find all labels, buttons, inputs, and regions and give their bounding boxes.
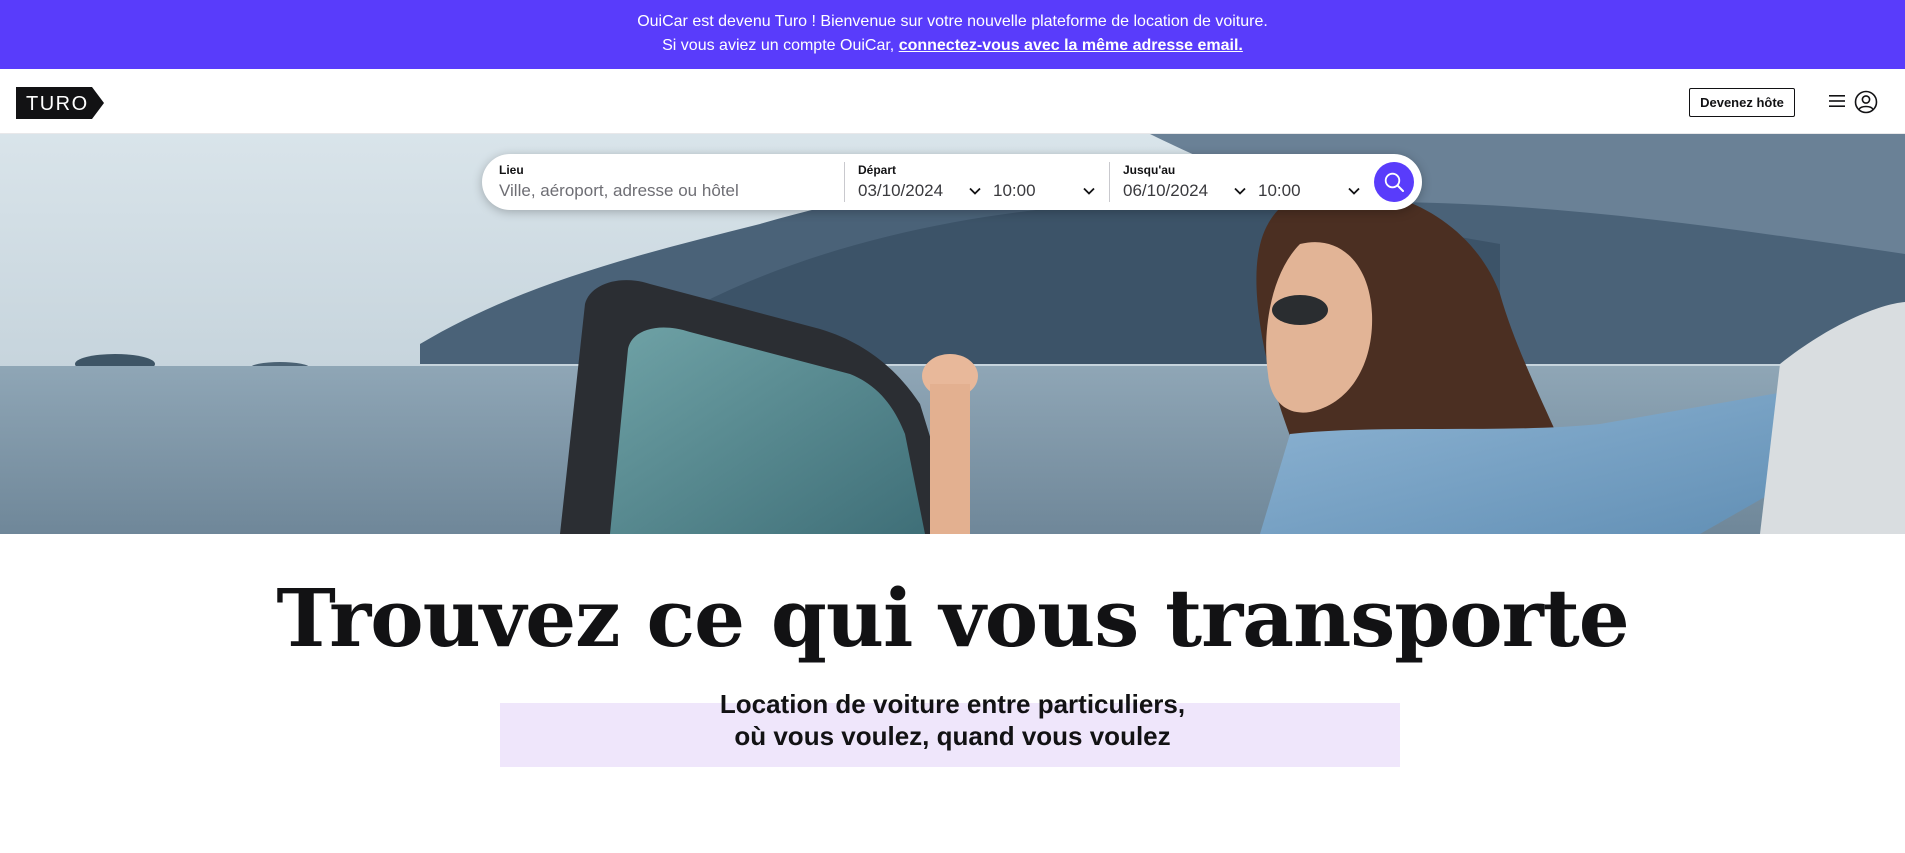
turo-logo-shape: TURO (16, 87, 104, 119)
depart-date[interactable]: 03/10/2024 (858, 181, 943, 201)
logo-text: TURO (26, 93, 89, 115)
chevron-down-icon[interactable] (1233, 184, 1247, 198)
chevron-down-icon[interactable] (1082, 184, 1096, 198)
search-bar: Lieu Départ 03/10/2024 10:00 Jusqu'au 06… (482, 154, 1422, 210)
user-avatar-icon[interactable] (1854, 90, 1878, 114)
subheadline: Location de voiture entre particuliers, … (0, 688, 1905, 752)
turo-logo[interactable]: TURO (16, 87, 104, 119)
magnifier-icon (1384, 172, 1404, 192)
search-divider (1109, 162, 1110, 202)
chevron-down-icon[interactable] (968, 184, 982, 198)
return-label: Jusqu'au (1123, 163, 1176, 177)
subheadline-line-1: Location de voiture entre particuliers, (719, 689, 1186, 719)
hamburger-menu-icon[interactable] (1828, 92, 1846, 110)
depart-field: Départ 03/10/2024 10:00 (858, 154, 1108, 210)
site-header: TURO Devenez hôte (0, 69, 1905, 134)
banner-line-1: OuiCar est devenu Turo ! Bienvenue sur v… (637, 13, 1268, 30)
search-divider (844, 162, 845, 202)
depart-time[interactable]: 10:00 (993, 181, 1036, 201)
announcement-banner: OuiCar est devenu Turo ! Bienvenue sur v… (0, 0, 1905, 69)
banner-line-2: Si vous aviez un compte OuiCar, connecte… (0, 34, 1905, 58)
banner-login-link[interactable]: connectez-vous avec la même adresse emai… (899, 37, 1243, 54)
become-host-button[interactable]: Devenez hôte (1689, 88, 1795, 117)
location-field[interactable]: Lieu (499, 154, 839, 210)
chevron-down-icon[interactable] (1347, 184, 1361, 198)
return-field: Jusqu'au 06/10/2024 10:00 (1123, 154, 1363, 210)
subheadline-line-2: où vous voulez, quand vous voulez (734, 721, 1171, 751)
location-label: Lieu (499, 163, 524, 177)
depart-label: Départ (858, 163, 897, 177)
page-headline: Trouvez ce qui vous transporte (276, 571, 1629, 665)
banner-line-2-prefix: Si vous aviez un compte OuiCar, (662, 37, 899, 54)
return-date[interactable]: 06/10/2024 (1123, 181, 1208, 201)
search-button[interactable] (1374, 162, 1414, 202)
return-time[interactable]: 10:00 (1258, 181, 1301, 201)
location-input[interactable] (499, 179, 819, 203)
